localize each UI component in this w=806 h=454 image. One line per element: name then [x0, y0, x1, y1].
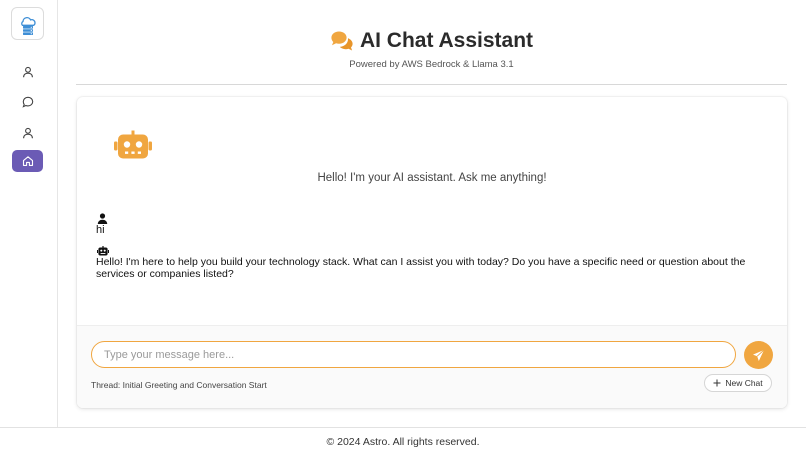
- message-list[interactable]: Hello! I'm your AI assistant. Ask me any…: [77, 97, 787, 325]
- robot-icon: [97, 246, 109, 256]
- cloud-server-logo-icon: [20, 16, 36, 35]
- sidebar-item-home[interactable]: [12, 150, 43, 172]
- user-icon: [22, 66, 33, 78]
- page-title: AI Chat Assistant: [359, 29, 534, 52]
- footer-divider: [0, 427, 806, 428]
- send-button[interactable]: [744, 341, 773, 369]
- header-divider: [76, 84, 787, 85]
- new-chat-button[interactable]: New Chat: [704, 374, 772, 392]
- welcome-message: Hello! I'm your AI assistant. Ask me any…: [317, 172, 547, 184]
- thread-label: Thread: Initial Greeting and Conversatio…: [91, 380, 267, 390]
- assistant-message: Hello! I'm here to help you build your t…: [96, 256, 746, 280]
- footer-text: © 2024 Astro. All rights reserved.: [326, 436, 480, 448]
- robot-icon: [114, 130, 152, 159]
- sidebar-item-chat[interactable]: [12, 91, 43, 113]
- page-header: AI Chat Assistant Powered by AWS Bedrock…: [76, 26, 787, 70]
- sidebar-item-account[interactable]: [12, 122, 43, 144]
- home-icon: [22, 156, 33, 166]
- sidebar-item-profile[interactable]: [12, 61, 43, 83]
- chat-card: Hello! I'm your AI assistant. Ask me any…: [77, 97, 787, 408]
- app-logo[interactable]: [11, 7, 44, 40]
- sidebar: [0, 0, 58, 427]
- message-input[interactable]: [91, 341, 736, 368]
- new-chat-label: New Chat: [725, 378, 763, 388]
- chat-bubble-icon: [21, 96, 33, 108]
- user-icon: [22, 127, 33, 139]
- page-subtitle: Powered by AWS Bedrock & Llama 3.1: [349, 59, 514, 70]
- title-row: AI Chat Assistant: [76, 26, 787, 56]
- chat-bubbles-icon: [331, 31, 353, 51]
- app-root: AI Chat Assistant Powered by AWS Bedrock…: [0, 0, 806, 454]
- user-message: hi: [96, 224, 105, 236]
- plus-icon: [713, 379, 721, 387]
- composer: Thread: Initial Greeting and Conversatio…: [77, 325, 787, 408]
- user-icon: [97, 213, 108, 224]
- paper-plane-icon: [753, 349, 765, 361]
